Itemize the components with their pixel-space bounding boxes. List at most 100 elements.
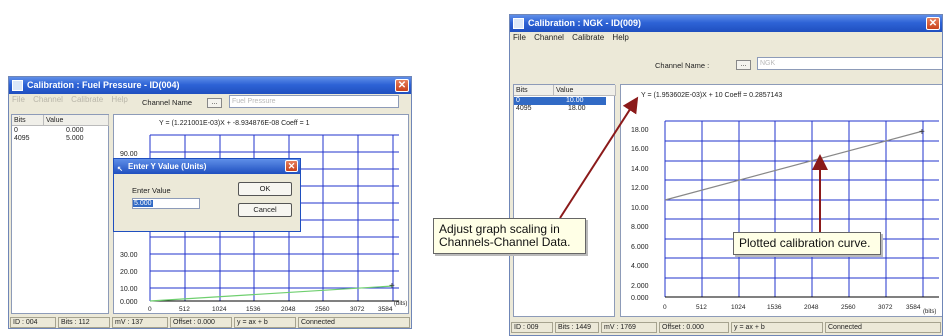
menu-file[interactable]: File xyxy=(12,95,25,104)
dialog-title-bar[interactable]: ↖ Enter Y Value (Units) ✕ xyxy=(114,159,300,174)
y-value-text: 5.000 xyxy=(133,200,153,207)
status-mv: mV : 137 xyxy=(112,317,168,328)
value-column-header[interactable]: Value xyxy=(44,115,109,126)
right-equation: Y = (1.953602E-03)X + 10 Coeff = 0.28571… xyxy=(641,92,782,99)
x-tick-label: 0 xyxy=(663,304,667,311)
enter-y-value-dialog: ↖ Enter Y Value (Units) ✕ Enter Value 5.… xyxy=(113,158,301,232)
x-tick-label: 1536 xyxy=(767,304,782,311)
pin-icon: ↖ xyxy=(117,166,123,173)
x-tick-label: 2560 xyxy=(315,306,330,313)
status-connection: Connected xyxy=(825,322,941,333)
left-calibration-window: Calibration : Fuel Pressure - ID(004) ✕ … xyxy=(8,76,412,329)
menu-help[interactable]: Help xyxy=(612,33,628,42)
y-tick-label: 10.00 xyxy=(120,286,138,293)
left-calibration-table: Bits Value 0 0.000 4095 5.000 xyxy=(11,114,109,314)
y-tick-label: 8.000 xyxy=(631,224,649,231)
left-status-bar: ID : 004 Bits : 112 mV : 137 Offset : 0.… xyxy=(9,317,411,328)
channel-name-field[interactable]: Fuel Pressure xyxy=(229,95,399,108)
x-tick-label: 1536 xyxy=(246,306,261,313)
y-tick-label: 10.00 xyxy=(631,205,649,212)
close-icon[interactable]: ✕ xyxy=(926,17,940,30)
scaling-callout: Adjust graph scaling in Channels-Channel… xyxy=(433,218,586,254)
channel-browse-button[interactable]: ... xyxy=(736,60,751,70)
status-id: ID : 004 xyxy=(10,317,56,328)
right-title-bar[interactable]: Calibration : NGK - ID(009) ✕ xyxy=(510,15,942,32)
channel-browse-button[interactable]: ... xyxy=(207,98,222,108)
menu-channel[interactable]: Channel xyxy=(33,95,63,104)
x-axis-unit: (bits) xyxy=(923,309,936,315)
left-window-title: Calibration : Fuel Pressure - ID(004) xyxy=(27,80,180,90)
value-column-header[interactable]: Value xyxy=(554,85,616,96)
y-tick-label: 2.000 xyxy=(631,283,649,290)
dialog-title: Enter Y Value (Units) xyxy=(128,162,207,171)
x-tick-label: 3072 xyxy=(878,304,893,311)
table-cell[interactable]: 10.00 xyxy=(554,97,606,105)
status-offset: Offset : 0.000 xyxy=(170,317,232,328)
left-curve-end-marker: + xyxy=(389,281,395,292)
y-tick-label: 0.000 xyxy=(120,299,138,306)
y-tick-label: 6.000 xyxy=(631,244,649,251)
y-tick-label: 30.00 xyxy=(120,252,138,259)
x-tick-label: 3584 xyxy=(906,304,921,311)
table-cell[interactable]: 4095 xyxy=(12,135,30,143)
y-tick-label: 12.00 xyxy=(631,185,649,192)
right-grid xyxy=(664,120,939,297)
y-value-input[interactable]: 5.000 xyxy=(132,198,200,209)
menu-file[interactable]: File xyxy=(513,33,526,42)
app-icon xyxy=(513,18,524,29)
table-cell[interactable]: 18.00 xyxy=(566,105,586,113)
right-calibration-graph: Y = (1.953602E-03)X + 10 Coeff = 0.28571… xyxy=(620,84,942,317)
y-tick-label: 0.000 xyxy=(631,295,649,302)
right-curve-end-marker: + xyxy=(919,127,925,138)
y-tick-label: 20.00 xyxy=(120,269,138,276)
right-status-bar: ID : 009 Bits : 1449 mV : 1769 Offset : … xyxy=(510,322,942,333)
menu-calibrate[interactable]: Calibrate xyxy=(572,33,604,42)
status-mv: mV : 1769 xyxy=(601,322,657,333)
x-tick-label: 512 xyxy=(179,306,190,313)
y-tick-label: 4.000 xyxy=(631,263,649,270)
status-offset: Offset : 0.000 xyxy=(659,322,729,333)
x-tick-label: 1024 xyxy=(731,304,746,311)
right-calibration-window: Calibration : NGK - ID(009) ✕ File Chann… xyxy=(509,14,943,336)
status-formula: y = ax + b xyxy=(731,322,823,333)
y-tick-label: 14.00 xyxy=(631,166,649,173)
left-equation: Y = (1.221001E-03)X + -8.934876E-08 Coef… xyxy=(159,120,310,127)
status-formula: y = ax + b xyxy=(234,317,296,328)
close-icon[interactable]: ✕ xyxy=(285,160,298,172)
curve-callout: Plotted calibration curve. xyxy=(733,232,881,255)
x-tick-label: 1024 xyxy=(212,306,227,313)
table-cell[interactable]: 0 xyxy=(514,97,554,105)
left-title-bar[interactable]: Calibration : Fuel Pressure - ID(004) ✕ xyxy=(9,77,411,94)
y-tick-label: 90.00 xyxy=(120,151,138,158)
bits-column-header[interactable]: Bits xyxy=(514,85,554,96)
channel-name-label: Channel Name xyxy=(142,98,193,107)
table-cell[interactable]: 0 xyxy=(12,127,18,135)
y-tick-label: 16.00 xyxy=(631,146,649,153)
right-graph-svg: Y = (1.953602E-03)X + 10 Coeff = 0.28571… xyxy=(631,92,939,315)
bits-column-header[interactable]: Bits xyxy=(12,115,44,126)
x-axis-unit: (bits) xyxy=(394,301,407,307)
close-icon[interactable]: ✕ xyxy=(395,79,409,92)
cancel-button[interactable]: Cancel xyxy=(238,203,292,217)
status-bits: Bits : 112 xyxy=(58,317,110,328)
table-cell[interactable]: 4095 xyxy=(514,105,532,113)
menu-help[interactable]: Help xyxy=(111,95,127,104)
right-calibration-table: Bits Value 0 10.00 4095 18.00 xyxy=(513,84,616,317)
x-tick-label: 2048 xyxy=(804,304,819,311)
ok-button[interactable]: OK xyxy=(238,182,292,196)
table-cell[interactable]: 0.000 xyxy=(64,127,84,135)
x-tick-label: 3072 xyxy=(350,306,365,313)
channel-name-field[interactable]: NGK xyxy=(757,57,942,70)
menu-channel[interactable]: Channel xyxy=(534,33,564,42)
right-menu-bar: File Channel Calibrate Help xyxy=(510,32,942,44)
x-tick-label: 0 xyxy=(148,306,152,313)
x-tick-label: 512 xyxy=(696,304,707,311)
table-cell[interactable]: 5.000 xyxy=(64,135,84,143)
status-bits: Bits : 1449 xyxy=(555,322,599,333)
x-tick-label: 3584 xyxy=(378,306,393,313)
x-tick-label: 2048 xyxy=(281,306,296,313)
status-connection: Connected xyxy=(298,317,410,328)
channel-name-label: Channel Name : xyxy=(655,61,710,70)
app-icon xyxy=(12,80,23,91)
menu-calibrate[interactable]: Calibrate xyxy=(71,95,103,104)
